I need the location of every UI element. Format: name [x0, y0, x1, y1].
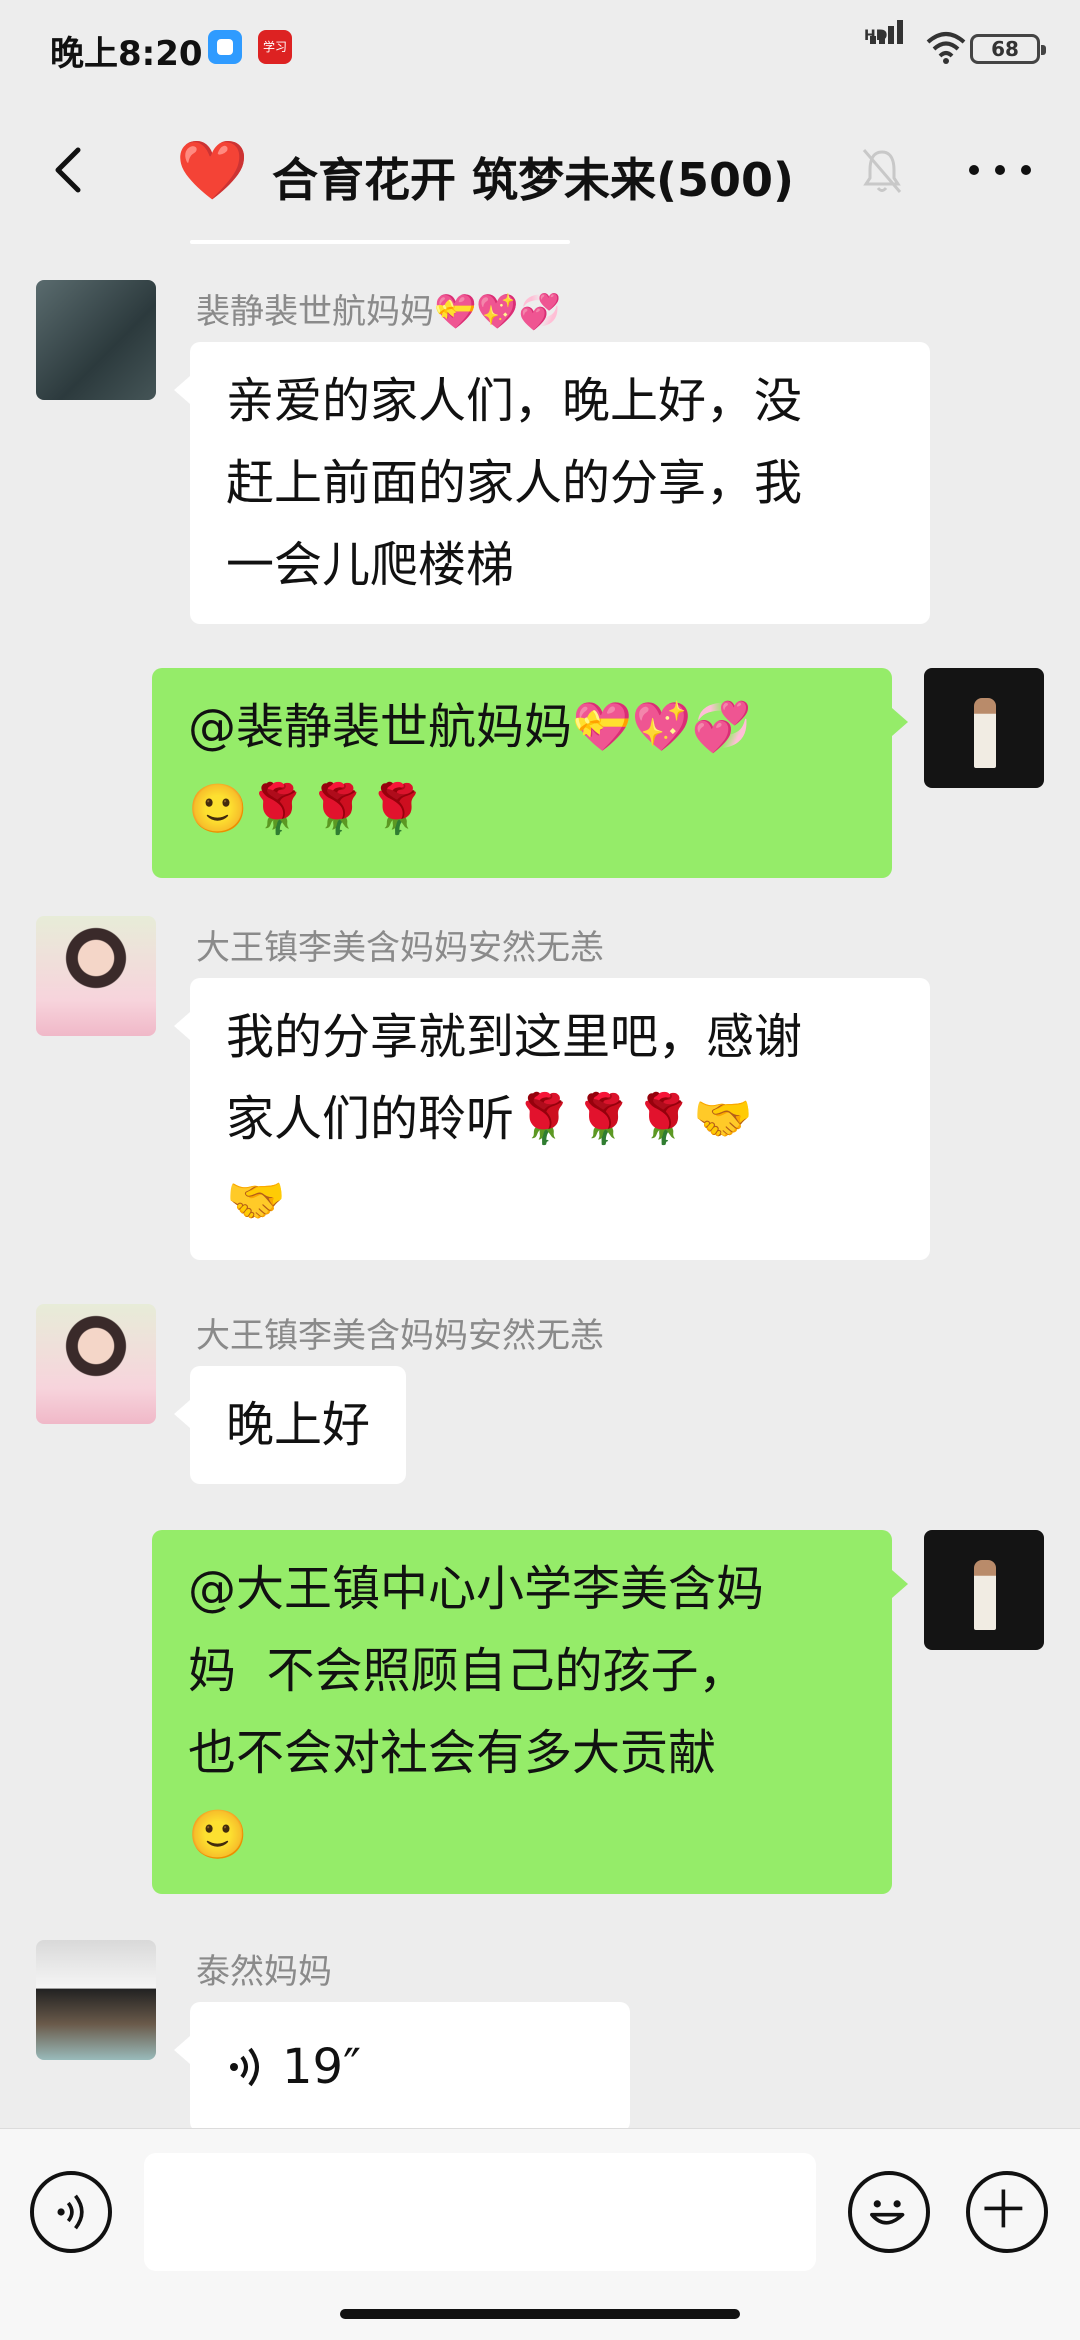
message-input[interactable]: [144, 2153, 816, 2271]
status-time: 晚上8:20: [50, 34, 203, 74]
avatar[interactable]: [36, 280, 156, 400]
chat-header: ❤️ 合育花开 筑梦未来(500): [0, 100, 1080, 240]
wifi-icon: [926, 32, 966, 64]
avatar[interactable]: [36, 1940, 156, 2060]
voice-duration: 19″: [282, 2039, 362, 2095]
heart-emoji: ❤️: [176, 136, 249, 204]
status-bar: 晚上8:20 学习 HD 68: [0, 0, 1080, 100]
message-bubble[interactable]: 亲爱的家人们，晚上好，没 赶上前面的家人的分享，我 一会儿爬楼梯: [174, 342, 930, 624]
chat-title[interactable]: 合育花开 筑梦未来(500): [272, 144, 794, 210]
voice-wave-icon: [230, 2047, 259, 2087]
message-text: @大王镇中心小学李美含妈 妈 不会照顾自己的孩子， 也不会对社会有多大贡献 🙂: [188, 1561, 765, 1863]
message-bubble[interactable]: 我的分享就到这里吧，感谢 家人们的聆听🌹🌹🌹🤝 🤝: [174, 978, 930, 1260]
plus-icon[interactable]: [966, 2171, 1048, 2253]
avatar[interactable]: [36, 1304, 156, 1424]
voice-message-bubble[interactable]: 19″: [174, 2002, 630, 2128]
message-text: 亲爱的家人们，晚上好，没 赶上前面的家人的分享，我 一会儿爬楼梯: [226, 373, 803, 593]
message-text: 晚上好: [226, 1397, 371, 1453]
more-icon[interactable]: [960, 150, 1040, 190]
blue-app-icon: [208, 30, 242, 64]
sender-name: 泰然妈妈: [196, 1952, 332, 1992]
message-bubble[interactable]: 晚上好: [173, 1366, 407, 1484]
voice-input-icon[interactable]: [30, 2171, 112, 2253]
sender-name: 裴静裴世航妈妈💝💖💞: [196, 292, 562, 332]
sender-name: 大王镇李美含妈妈安然无恙: [196, 1316, 604, 1356]
xuexi-app-icon: 学习: [258, 30, 292, 64]
message-text: @裴静裴世航妈妈💝💖💞 🙂🌹🌹🌹: [188, 699, 752, 837]
previous-message-edge: [190, 240, 570, 244]
message-bubble[interactable]: @大王镇中心小学李美含妈 妈 不会照顾自己的孩子， 也不会对社会有多大贡献 🙂: [152, 1530, 908, 1894]
message-list[interactable]: 裴静裴世航妈妈💝💖💞 亲爱的家人们，晚上好，没 赶上前面的家人的分享，我 一会儿…: [0, 240, 1080, 2128]
mute-bell-icon: [862, 149, 902, 193]
avatar[interactable]: [924, 1530, 1044, 1650]
emoji-icon[interactable]: [848, 2171, 930, 2253]
back-icon[interactable]: [40, 140, 100, 200]
sender-name: 大王镇李美含妈妈安然无恙: [196, 928, 604, 968]
message-text: 我的分享就到这里吧，感谢 家人们的聆听🌹🌹🌹🤝 🤝: [226, 1009, 803, 1229]
avatar[interactable]: [36, 916, 156, 1036]
battery-indicator: 68: [970, 34, 1046, 64]
message-bubble[interactable]: @裴静裴世航妈妈💝💖💞 🙂🌹🌹🌹: [152, 668, 908, 878]
avatar[interactable]: [924, 668, 1044, 788]
home-indicator[interactable]: [340, 2309, 740, 2319]
